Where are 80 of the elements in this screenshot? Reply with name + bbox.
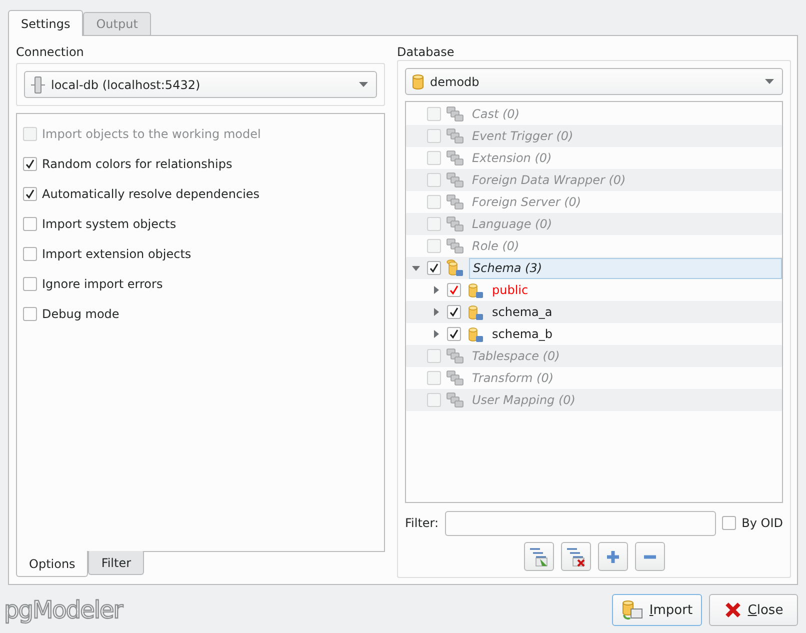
- object-type-icon: [446, 237, 464, 255]
- filter-label: Filter:: [405, 516, 439, 530]
- schema-icon: [466, 303, 484, 321]
- schema-icon: [466, 325, 484, 343]
- expand-arrow-icon[interactable]: [434, 286, 438, 294]
- object-type-icon: [446, 171, 464, 189]
- object-type-icon: [446, 215, 464, 233]
- option-label: Import objects to the working model: [42, 127, 261, 141]
- tree-label: Foreign Server (0): [471, 194, 582, 211]
- option-label: Ignore import errors: [42, 277, 163, 291]
- tree-label: Event Trigger (0): [471, 128, 574, 145]
- checkbox[interactable]: [722, 516, 736, 530]
- list-clear-icon: [566, 546, 586, 566]
- schemas-icon: [446, 259, 464, 277]
- server-icon: [31, 76, 45, 94]
- tree-label: Extension (0): [471, 150, 553, 167]
- option-label: Random colors for relationships: [42, 157, 232, 171]
- checkbox[interactable]: [447, 327, 461, 341]
- minus-icon: [642, 554, 656, 558]
- tree-label: Transform (0): [471, 370, 555, 387]
- tree-label: schema_b: [491, 326, 554, 343]
- expand-arrow-icon[interactable]: [434, 330, 438, 338]
- tree-label: schema_a: [491, 304, 554, 321]
- by-oid-label: By OID: [742, 516, 783, 530]
- database-icon: [412, 74, 424, 90]
- collapse-arrow-icon[interactable]: [412, 266, 420, 270]
- tree-label: Language (0): [471, 216, 554, 233]
- checkbox[interactable]: [23, 307, 37, 321]
- tree-row[interactable]: schema_a: [406, 301, 782, 323]
- select-all-button[interactable]: [524, 542, 554, 571]
- checkbox[interactable]: [447, 283, 461, 297]
- expand-arrow-icon[interactable]: [434, 308, 438, 316]
- checkbox[interactable]: [23, 217, 37, 231]
- tree-label: public: [491, 282, 530, 299]
- object-type-icon: [446, 369, 464, 387]
- object-type-icon: [446, 149, 464, 167]
- connection-label: Connection: [16, 44, 85, 61]
- app-logo: pgModeler: [4, 596, 124, 624]
- filter-field[interactable]: [444, 510, 716, 536]
- checkbox[interactable]: [23, 247, 37, 261]
- close-icon: [724, 601, 742, 619]
- checkbox[interactable]: [23, 157, 37, 171]
- tree-label: Schema (3): [469, 258, 782, 278]
- database-label: Database: [397, 44, 456, 60]
- collapse-all-button[interactable]: [634, 542, 664, 571]
- tree-label: Cast (0): [471, 106, 521, 123]
- tab[interactable]: Filter: [88, 551, 144, 575]
- clear-selection-button[interactable]: [560, 542, 590, 571]
- tree-row[interactable]: Schema (3): [406, 257, 782, 279]
- close-button[interactable]: Close: [709, 594, 798, 626]
- tree-label: Role (0): [471, 238, 520, 255]
- option-label: Automatically resolve dependencies: [42, 187, 260, 201]
- checkbox[interactable]: [23, 277, 37, 291]
- tab[interactable]: Settings: [8, 10, 84, 36]
- tree-label: Tablespace (0): [471, 348, 561, 365]
- import-button[interactable]: Import: [612, 594, 702, 626]
- plus-icon: [606, 550, 620, 564]
- object-type-icon: [446, 193, 464, 211]
- dropdown-arrow-icon: [359, 82, 368, 87]
- database-dropdown[interactable]: demodb: [405, 68, 783, 95]
- connection-dropdown[interactable]: local-db (localhost:5432): [24, 71, 377, 98]
- object-type-icon: [446, 347, 464, 365]
- option-label: Import extension objects: [42, 247, 192, 261]
- database-import-icon: [621, 600, 644, 620]
- tab[interactable]: Options: [16, 551, 88, 577]
- dropdown-arrow-icon: [765, 79, 774, 84]
- checkbox[interactable]: [23, 187, 37, 201]
- expand-all-button[interactable]: [598, 542, 628, 571]
- tree-label: User Mapping (0): [471, 392, 576, 409]
- checkbox[interactable]: [427, 261, 441, 275]
- list-select-icon: [528, 546, 548, 566]
- option-label: Debug mode: [42, 307, 120, 321]
- checkbox[interactable]: [447, 305, 461, 319]
- object-type-icon: [446, 391, 464, 409]
- object-type-icon: [446, 127, 464, 145]
- schema-icon: [466, 281, 484, 299]
- tab[interactable]: Output: [83, 12, 151, 35]
- option-label: Import system objects: [42, 217, 176, 231]
- object-type-icon: [446, 105, 464, 123]
- tree-label: Foreign Data Wrapper (0): [471, 172, 627, 189]
